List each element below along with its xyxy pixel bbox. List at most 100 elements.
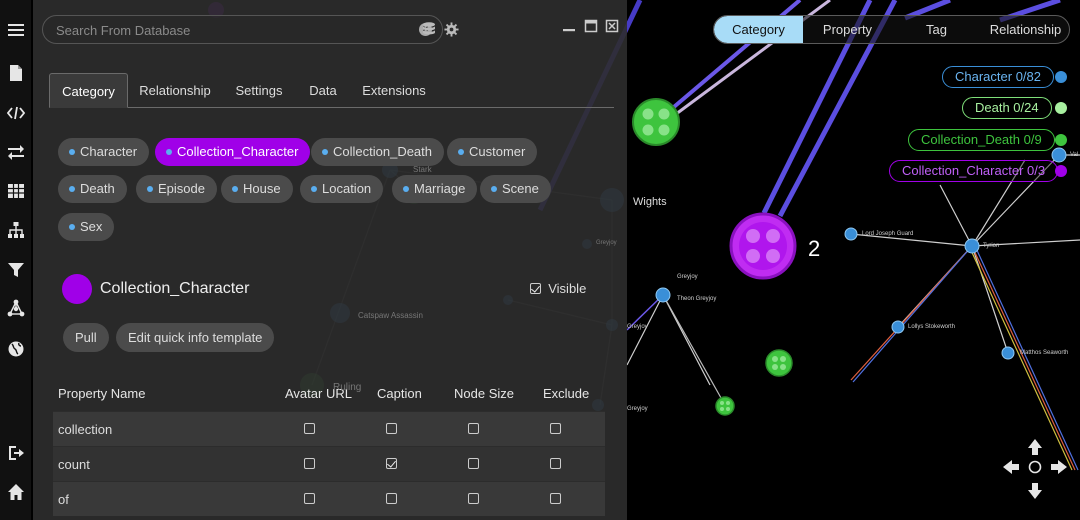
graph-view-tabs: Category Property Tag Relationship — [713, 15, 1070, 44]
node-size-checkbox[interactable] — [468, 423, 479, 434]
category-chip-customer[interactable]: Customer — [447, 138, 538, 166]
graph-tab-property[interactable]: Property — [803, 16, 892, 43]
globe-icon[interactable] — [6, 339, 26, 359]
gear-icon[interactable] — [442, 20, 460, 38]
home-icon[interactable] — [6, 482, 26, 502]
avatar-checkbox[interactable] — [304, 458, 315, 469]
minimize-icon[interactable] — [562, 19, 576, 33]
category-color-swatch[interactable] — [62, 274, 92, 304]
category-chip-character[interactable]: Character — [58, 138, 150, 166]
menu-icon[interactable] — [6, 20, 26, 40]
node-label: Greyjoy — [627, 324, 648, 330]
category-dot — [403, 185, 409, 192]
visible-checkbox[interactable] — [530, 283, 541, 295]
category-panel: × Category Relationship Settings Data Ex… — [33, 0, 627, 520]
document-icon[interactable] — [6, 63, 26, 83]
node-count-label: 2 — [808, 236, 821, 261]
filter-icon[interactable] — [6, 260, 26, 280]
category-chip-episode[interactable]: Episode — [136, 175, 217, 203]
node-size-checkbox[interactable] — [468, 458, 479, 469]
graph-tab-relationship[interactable]: Relationship — [981, 16, 1069, 43]
legend-dot-character — [1055, 71, 1067, 83]
category-dot — [166, 148, 172, 155]
caption-checkbox[interactable] — [386, 423, 397, 434]
tab-extensions[interactable]: Extensions — [352, 73, 436, 108]
arrow-left-icon[interactable] — [1003, 460, 1019, 474]
maximize-icon[interactable] — [584, 19, 598, 33]
caption-checkbox[interactable] — [386, 493, 397, 504]
legend-item-collection-death[interactable]: Collection_Death 0/9 — [908, 129, 1055, 151]
visible-label: Visible — [548, 281, 587, 296]
arrow-right-icon[interactable] — [1051, 460, 1067, 474]
table-icon[interactable] — [6, 181, 26, 201]
chip-label: Character — [80, 144, 138, 159]
logout-icon[interactable] — [6, 443, 26, 463]
database-icon[interactable] — [420, 20, 438, 38]
arrow-up-icon[interactable] — [1028, 439, 1042, 455]
node-label-wights: Wights — [633, 196, 667, 208]
node-label: Greyjoy — [627, 406, 648, 412]
caption-checkbox[interactable] — [386, 458, 397, 469]
node-label: Lollys Stokeworth — [908, 324, 956, 330]
legend-item-character[interactable]: Character 0/82 — [942, 66, 1054, 88]
chip-label: Marriage — [414, 181, 466, 196]
close-icon[interactable] — [605, 19, 619, 33]
node-label: Val — [1070, 152, 1079, 158]
category-chip-house[interactable]: House — [221, 175, 293, 203]
category-chip-location[interactable]: Location — [300, 175, 384, 203]
network-icon[interactable] — [6, 298, 26, 318]
chip-label: Sex — [80, 219, 103, 234]
category-dot — [69, 148, 75, 155]
arrow-down-icon[interactable] — [1028, 483, 1042, 499]
center-icon[interactable] — [1028, 460, 1042, 474]
category-chip-collection-death[interactable]: Collection_Death — [311, 138, 445, 166]
legend-dot-death — [1055, 102, 1067, 114]
header-caption: Caption — [377, 386, 422, 401]
table-row: of — [53, 481, 605, 516]
graph-tab-tag[interactable]: Tag — [892, 16, 981, 43]
category-dot — [69, 223, 75, 230]
legend-item-collection-character[interactable]: Collection_Character 0/3 — [889, 160, 1059, 182]
chip-label: Death — [80, 181, 115, 196]
chip-label: Scene — [502, 181, 539, 196]
node-size-checkbox[interactable] — [468, 493, 479, 504]
swap-icon[interactable] — [6, 142, 26, 162]
chip-label: Customer — [469, 144, 526, 159]
legend-dot-collection-character — [1055, 165, 1067, 177]
avatar-checkbox[interactable] — [304, 423, 315, 434]
category-chip-death[interactable]: Death — [58, 175, 127, 203]
graph-nav-pad — [1003, 439, 1067, 499]
category-dot — [147, 185, 153, 192]
category-dot — [69, 185, 75, 192]
search-box: × — [42, 15, 443, 44]
exclude-checkbox[interactable] — [550, 458, 561, 469]
category-chip-collection-character[interactable]: Collection_Character — [155, 138, 311, 166]
header-node-size: Node Size — [454, 386, 514, 401]
tab-data[interactable]: Data — [301, 73, 345, 108]
tab-relationship[interactable]: Relationship — [131, 73, 219, 108]
graph-tab-category[interactable]: Category — [714, 16, 803, 43]
bg-node-label: Stark — [413, 165, 432, 174]
tab-settings[interactable]: Settings — [223, 73, 295, 108]
pull-button[interactable]: Pull — [63, 323, 109, 352]
bg-node-label: Ruling — [333, 382, 362, 393]
category-chip-marriage[interactable]: Marriage — [392, 175, 478, 203]
legend-dot-collection-death — [1055, 134, 1067, 146]
table-row: count — [53, 446, 605, 481]
visible-toggle[interactable]: Visible — [530, 281, 586, 296]
exclude-checkbox[interactable] — [550, 423, 561, 434]
edit-quick-info-template-button[interactable]: Edit quick info template — [116, 323, 275, 352]
panel-tabs: Category Relationship Settings Data Exte… — [49, 73, 614, 108]
hierarchy-icon[interactable] — [6, 220, 26, 240]
category-chip-sex[interactable]: Sex — [58, 213, 115, 241]
search-input[interactable] — [56, 21, 376, 39]
category-chip-scene[interactable]: Scene — [480, 175, 551, 203]
chip-label: Collection_Death — [333, 144, 433, 159]
avatar-checkbox[interactable] — [304, 493, 315, 504]
exclude-checkbox[interactable] — [550, 493, 561, 504]
legend-item-death[interactable]: Death 0/24 — [962, 97, 1052, 119]
tab-category[interactable]: Category — [49, 73, 128, 108]
code-icon[interactable] — [6, 103, 26, 123]
chip-label: Episode — [158, 181, 205, 196]
table-row: collection — [53, 411, 605, 446]
